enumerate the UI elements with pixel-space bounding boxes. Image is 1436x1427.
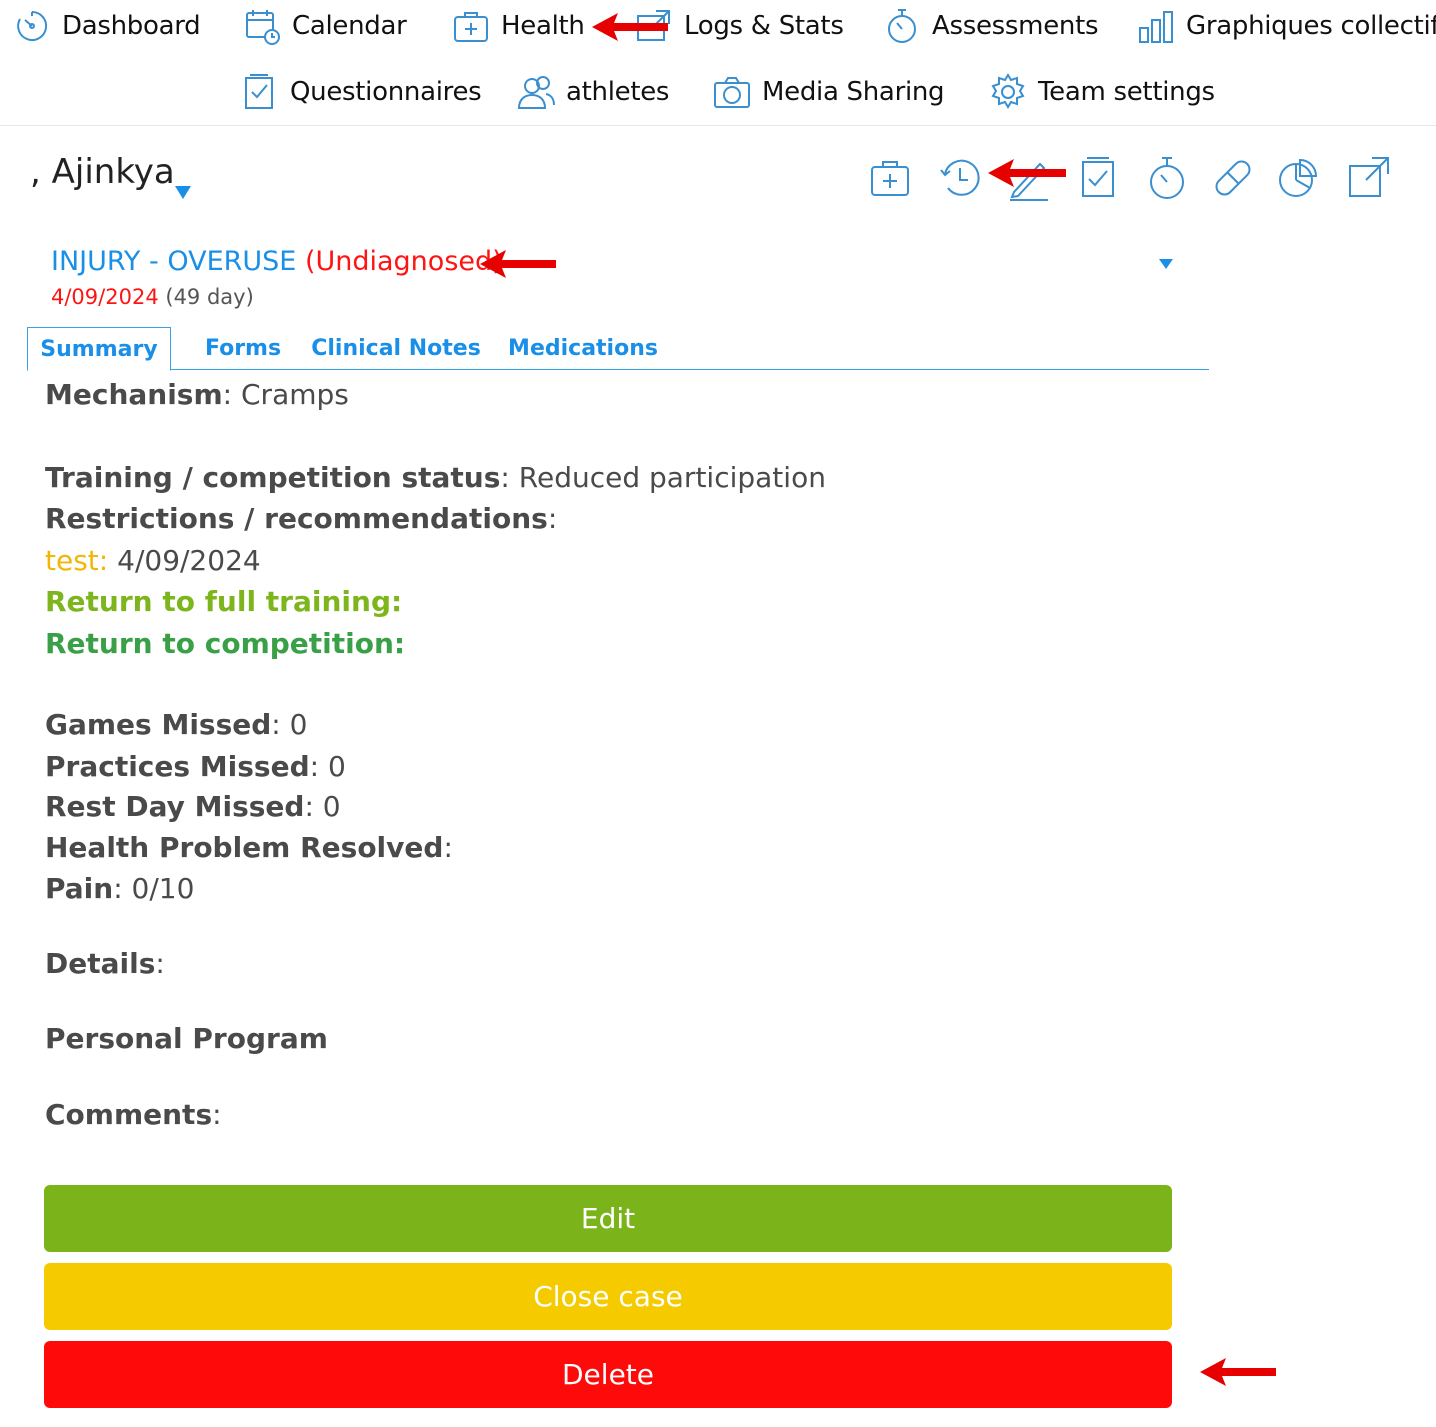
bar-chart-icon bbox=[1134, 4, 1178, 48]
nav-dashboard[interactable]: Dashboard bbox=[10, 2, 201, 50]
checklist-icon bbox=[238, 70, 282, 114]
test-row: test: 4/09/2024 bbox=[45, 544, 261, 577]
open-external-button[interactable] bbox=[1340, 150, 1396, 206]
edit-button[interactable]: Edit bbox=[44, 1185, 1172, 1252]
nav-assessments-label: Assessments bbox=[932, 11, 1099, 41]
nav-health-label: Health bbox=[501, 11, 585, 41]
participation-status-row: Training / competition status: Reduced p… bbox=[45, 461, 826, 494]
stopwatch-icon bbox=[880, 4, 924, 48]
case-type: INJURY - OVERUSE bbox=[51, 246, 297, 277]
annotation-arrow-case bbox=[478, 247, 558, 281]
details-label: Details bbox=[45, 947, 156, 980]
practices-missed-value: 0 bbox=[327, 750, 346, 783]
medical-kit-icon bbox=[449, 4, 493, 48]
add-health-case-button[interactable] bbox=[862, 150, 918, 206]
case-status: (Undiagnosed) bbox=[304, 246, 503, 277]
annotation-arrow-delete bbox=[1198, 1355, 1278, 1389]
pain-value: 0/10 bbox=[131, 872, 195, 905]
nav-dashboard-label: Dashboard bbox=[62, 11, 201, 41]
tab-clinical-notes[interactable]: Clinical Notes bbox=[311, 327, 481, 370]
case-duration: (49 day) bbox=[165, 285, 254, 309]
athlete-dropdown-caret[interactable] bbox=[175, 186, 191, 199]
pain-label: Pain bbox=[45, 872, 114, 905]
close-case-button[interactable]: Close case bbox=[44, 1263, 1172, 1330]
rest-day-missed-label: Rest Day Missed bbox=[45, 790, 305, 823]
dashboard-gauge-icon bbox=[10, 4, 54, 48]
camera-icon bbox=[710, 70, 754, 114]
mechanism-value: Cramps bbox=[241, 378, 349, 411]
practices-missed-row: Practices Missed: 0 bbox=[45, 750, 346, 783]
nav-team-charts[interactable]: Graphiques collectifs bbox=[1134, 2, 1436, 50]
nav-questionnaires-label: Questionnaires bbox=[290, 77, 482, 107]
tab-summary[interactable]: Summary bbox=[27, 327, 171, 371]
pain-row: Pain: 0/10 bbox=[45, 872, 195, 905]
nav-media-sharing-label: Media Sharing bbox=[762, 77, 945, 107]
nav-team-charts-label: Graphiques collectifs bbox=[1186, 11, 1436, 41]
questionnaire-button[interactable] bbox=[1070, 150, 1126, 206]
return-to-competition-label: Return to competition bbox=[45, 627, 394, 660]
case-date-line: 4/09/2024 (49 day) bbox=[51, 285, 254, 309]
test-value: 4/09/2024 bbox=[117, 544, 261, 577]
case-tabs: Summary Forms Clinical Notes Medications bbox=[27, 327, 1209, 371]
calendar-icon bbox=[240, 4, 284, 48]
games-missed-value: 0 bbox=[289, 708, 308, 741]
comments-label: Comments bbox=[45, 1098, 213, 1131]
case-date: 4/09/2024 bbox=[51, 285, 159, 309]
games-missed-row: Games Missed: 0 bbox=[45, 708, 308, 741]
details-row: Details: bbox=[45, 947, 165, 980]
personal-program-label: Personal Program bbox=[45, 1022, 328, 1055]
test-label: test bbox=[45, 544, 99, 577]
return-to-training-row: Return to full training: bbox=[45, 585, 403, 618]
mechanism-row: Mechanism: Cramps bbox=[45, 378, 349, 411]
annotation-arrow-health bbox=[590, 10, 670, 44]
case-title[interactable]: INJURY - OVERUSE (Undiagnosed) bbox=[51, 246, 503, 277]
nav-athletes-label: athletes bbox=[566, 77, 670, 107]
nav-team-settings[interactable]: Team settings bbox=[986, 68, 1215, 116]
medication-pill-button[interactable] bbox=[1205, 150, 1261, 206]
return-to-training-label: Return to full training bbox=[45, 585, 391, 618]
practices-missed-label: Practices Missed bbox=[45, 750, 310, 783]
case-dropdown-caret[interactable] bbox=[1159, 259, 1173, 269]
delete-button[interactable]: Delete bbox=[44, 1341, 1172, 1408]
restrictions-row: Restrictions / recommendations: bbox=[45, 502, 558, 535]
nav-calendar[interactable]: Calendar bbox=[240, 2, 407, 50]
games-missed-label: Games Missed bbox=[45, 708, 272, 741]
athlete-name: , Ajinkya bbox=[30, 152, 175, 192]
personal-program-row: Personal Program bbox=[45, 1022, 328, 1055]
assessment-stopwatch-button[interactable] bbox=[1139, 150, 1195, 206]
problem-resolved-label: Health Problem Resolved bbox=[45, 831, 444, 864]
top-navigation: Dashboard Calendar Health Logs & Stats A… bbox=[0, 0, 1436, 126]
annotation-arrow-history bbox=[986, 156, 1068, 190]
tab-medications[interactable]: Medications bbox=[508, 327, 658, 370]
users-icon bbox=[514, 70, 558, 114]
tab-forms[interactable]: Forms bbox=[197, 327, 289, 370]
participation-status-value: Reduced participation bbox=[518, 461, 826, 494]
nav-logs-stats-label: Logs & Stats bbox=[684, 11, 844, 41]
history-button[interactable] bbox=[932, 150, 988, 206]
gear-icon bbox=[986, 70, 1030, 114]
nav-calendar-label: Calendar bbox=[292, 11, 407, 41]
nav-media-sharing[interactable]: Media Sharing bbox=[710, 68, 945, 116]
nav-assessments[interactable]: Assessments bbox=[880, 2, 1099, 50]
comments-row: Comments: bbox=[45, 1098, 222, 1131]
rest-day-missed-value: 0 bbox=[322, 790, 341, 823]
nav-athletes[interactable]: athletes bbox=[514, 68, 669, 116]
stats-pie-button[interactable] bbox=[1270, 150, 1326, 206]
nav-health[interactable]: Health bbox=[449, 2, 585, 50]
participation-status-label: Training / competition status bbox=[45, 461, 501, 494]
restrictions-label: Restrictions / recommendations bbox=[45, 502, 548, 535]
problem-resolved-row: Health Problem Resolved: bbox=[45, 831, 453, 864]
return-to-competition-row: Return to competition: bbox=[45, 627, 406, 660]
mechanism-label: Mechanism bbox=[45, 378, 223, 411]
rest-day-missed-row: Rest Day Missed: 0 bbox=[45, 790, 341, 823]
nav-team-settings-label: Team settings bbox=[1038, 77, 1215, 107]
nav-questionnaires[interactable]: Questionnaires bbox=[238, 68, 482, 116]
